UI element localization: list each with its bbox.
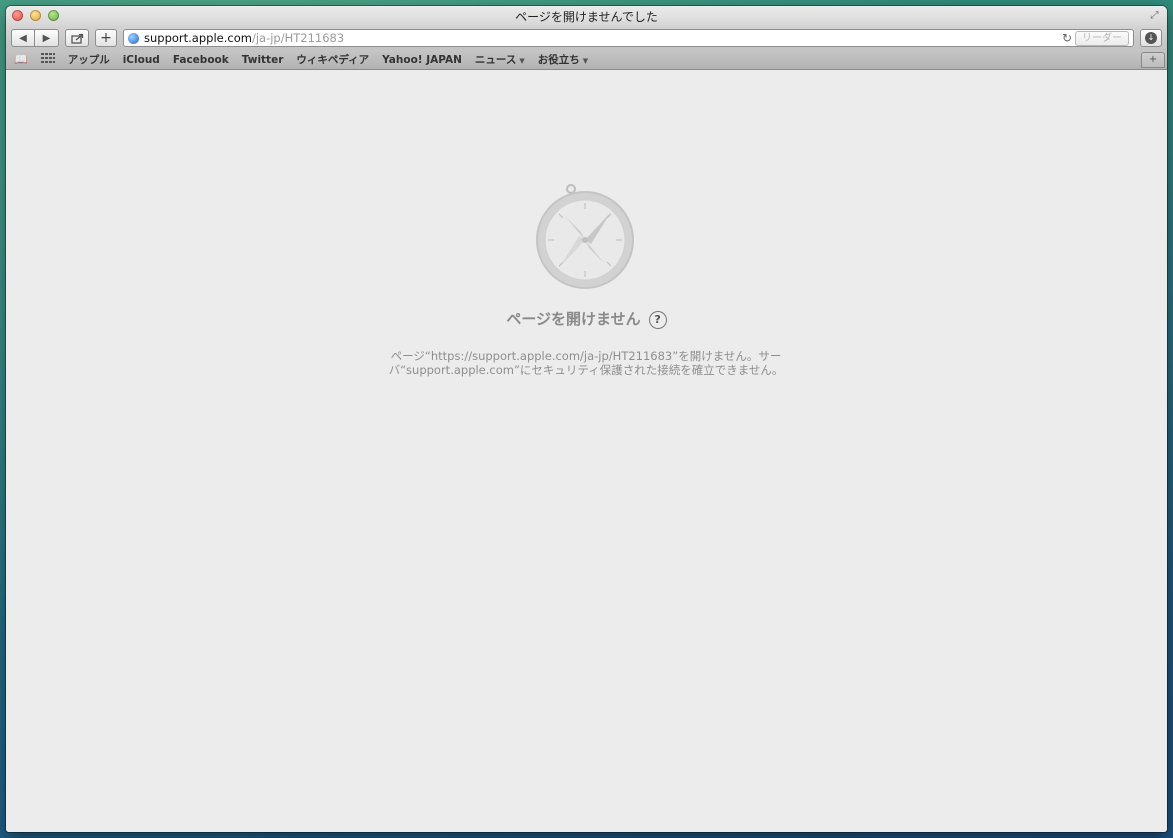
top-sites-icon[interactable]	[40, 53, 55, 66]
bookmark-icloud[interactable]: iCloud	[123, 54, 160, 66]
bookmark-apple[interactable]: アップル	[68, 52, 110, 67]
forward-arrow-icon: ▶	[42, 32, 51, 44]
error-title-text: ページを開けません	[506, 310, 641, 328]
chevron-down-icon: ▼	[519, 57, 525, 65]
minimize-window-button[interactable]	[30, 10, 41, 21]
safari-window: ページを開けませんでした ⤢ ◀ ▶ + support.apple.com /…	[6, 6, 1167, 832]
share-icon	[70, 33, 83, 44]
back-arrow-icon: ◀	[19, 32, 27, 44]
error-title: ページを開けません?	[6, 308, 1167, 329]
help-icon[interactable]: ?	[648, 310, 667, 329]
bookmark-folder-useful[interactable]: お役立ち ▼	[538, 52, 588, 67]
close-window-button[interactable]	[12, 10, 23, 21]
bookmarks-bar: 📖 アップル iCloud Facebook Twitter ウィキペディア Y…	[6, 50, 1167, 70]
address-bar[interactable]: support.apple.com /ja-jp/HT211683 ↻ リーダー	[123, 29, 1134, 47]
url-host: support.apple.com	[144, 31, 252, 45]
window-controls	[12, 10, 59, 21]
bookmark-facebook[interactable]: Facebook	[173, 54, 229, 66]
forward-button[interactable]: ▶	[35, 29, 59, 47]
reading-list-icon[interactable]: 📖	[14, 53, 28, 66]
fullscreen-icon[interactable]: ⤢	[1149, 10, 1160, 21]
error-message: ページ“https://support.apple.com/ja-jp/HT21…	[388, 349, 784, 377]
chevron-down-icon: ▼	[582, 57, 589, 65]
reload-icon[interactable]: ↻	[1062, 31, 1072, 45]
zoom-window-button[interactable]	[48, 10, 59, 21]
bookmark-wikipedia[interactable]: ウィキペディア	[296, 52, 369, 67]
back-button[interactable]: ◀	[11, 29, 35, 47]
share-button[interactable]	[65, 29, 89, 47]
safari-compass-icon	[536, 184, 634, 289]
bookmark-folder-useful-label: お役立ち	[537, 54, 580, 66]
bookmark-yahoo-japan[interactable]: Yahoo! JAPAN	[382, 54, 462, 66]
navigation-buttons: ◀ ▶	[11, 29, 59, 47]
window-title: ページを開けませんでした	[515, 10, 658, 24]
download-icon: ↓	[1145, 32, 1157, 44]
bookmark-twitter[interactable]: Twitter	[242, 54, 284, 66]
url-path: /ja-jp/HT211683	[251, 31, 345, 45]
add-bookmark-button[interactable]: +	[95, 29, 117, 47]
toolbar: ◀ ▶ + support.apple.com /ja-jp/HT211683 …	[6, 26, 1167, 50]
page-content: ページを開けません? ページ“https://support.apple.com…	[6, 70, 1167, 832]
bookmark-folder-news-label: ニュース	[474, 54, 517, 66]
bookmark-folder-news[interactable]: ニュース ▼	[475, 52, 525, 67]
downloads-button[interactable]: ↓	[1140, 29, 1162, 47]
reader-button[interactable]: リーダー	[1075, 30, 1129, 46]
globe-icon	[128, 32, 139, 44]
new-tab-button[interactable]: +	[1141, 52, 1165, 68]
title-bar: ページを開けませんでした ⤢	[6, 6, 1167, 26]
